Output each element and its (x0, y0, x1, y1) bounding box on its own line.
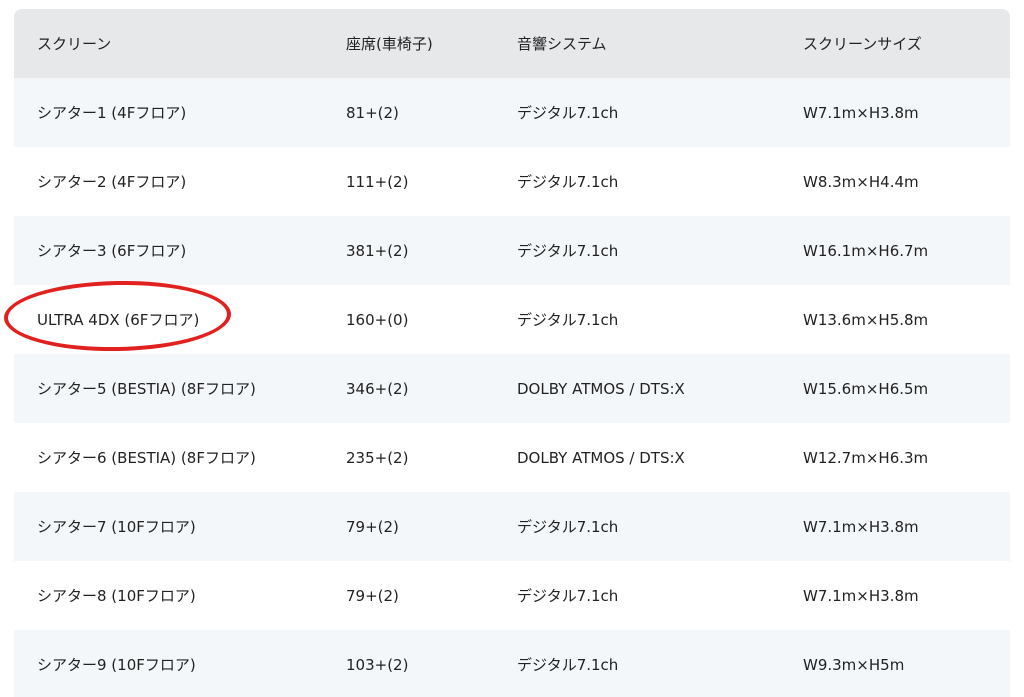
sound-system: デジタル7.1ch (517, 587, 619, 605)
screen-name: シアター1 (4Fフロア) (37, 104, 187, 122)
seat-count: 103+(2) (346, 655, 409, 674)
sound-system: デジタル7.1ch (517, 173, 619, 191)
table-row: シアター3 (6Fフロア) 381+(2) デジタル7.1ch W16.1m×H… (14, 216, 1010, 285)
screen-name: シアター2 (4Fフロア) (37, 173, 187, 191)
header-screen-size: スクリーンサイズ (803, 35, 922, 53)
screen-name: ULTRA 4DX (6Fフロア) (37, 311, 200, 329)
header-screen: スクリーン (37, 35, 112, 53)
screen-size: W7.1m×H3.8m (803, 586, 919, 605)
table-header: スクリーン 座席(車椅子) 音響システム スクリーンサイズ (14, 9, 1010, 78)
screen-size: W7.1m×H3.8m (803, 103, 919, 122)
page: スクリーン 座席(車椅子) 音響システム スクリーンサイズ シアター1 (4Fフ… (0, 0, 1024, 697)
table-row: シアター9 (10Fフロア) 103+(2) デジタル7.1ch W9.3m×H… (14, 630, 1010, 697)
screen-name: シアター9 (10Fフロア) (37, 656, 196, 674)
seat-count: 160+(0) (346, 310, 409, 329)
table-row: シアター6 (BESTIA) (8Fフロア) 235+(2) DOLBY ATM… (14, 423, 1010, 492)
screen-name: シアター7 (10Fフロア) (37, 518, 196, 536)
theater-table: スクリーン 座席(車椅子) 音響システム スクリーンサイズ シアター1 (4Fフ… (14, 9, 1010, 697)
sound-system: デジタル7.1ch (517, 518, 619, 536)
screen-name: シアター6 (BESTIA) (8Fフロア) (37, 449, 256, 467)
table-row: シアター1 (4Fフロア) 81+(2) デジタル7.1ch W7.1m×H3.… (14, 78, 1010, 147)
seat-count: 79+(2) (346, 517, 399, 536)
seat-count: 235+(2) (346, 448, 409, 467)
table-row: シアター8 (10Fフロア) 79+(2) デジタル7.1ch W7.1m×H3… (14, 561, 1010, 630)
header-seats: 座席(車椅子) (346, 35, 433, 53)
seat-count: 81+(2) (346, 103, 399, 122)
screen-size: W12.7m×H6.3m (803, 448, 929, 467)
screen-size: W15.6m×H6.5m (803, 379, 929, 398)
table-row: シアター2 (4Fフロア) 111+(2) デジタル7.1ch W8.3m×H4… (14, 147, 1010, 216)
sound-system: デジタル7.1ch (517, 311, 619, 329)
sound-system: DOLBY ATMOS / DTS:X (517, 379, 685, 398)
screen-size: W9.3m×H5m (803, 655, 905, 674)
sound-system: デジタル7.1ch (517, 242, 619, 260)
seat-count: 346+(2) (346, 379, 409, 398)
sound-system: デジタル7.1ch (517, 104, 619, 122)
screen-size: W13.6m×H5.8m (803, 310, 929, 329)
screen-name: シアター3 (6Fフロア) (37, 242, 187, 260)
screen-name: シアター5 (BESTIA) (8Fフロア) (37, 380, 256, 398)
screen-size: W8.3m×H4.4m (803, 172, 919, 191)
screen-size: W16.1m×H6.7m (803, 241, 929, 260)
table-row: ULTRA 4DX (6Fフロア) 160+(0) デジタル7.1ch W13.… (14, 285, 1010, 354)
sound-system: DOLBY ATMOS / DTS:X (517, 448, 685, 467)
header-sound: 音響システム (517, 35, 607, 53)
screen-name: シアター8 (10Fフロア) (37, 587, 196, 605)
table-row: シアター7 (10Fフロア) 79+(2) デジタル7.1ch W7.1m×H3… (14, 492, 1010, 561)
seat-count: 111+(2) (346, 172, 409, 191)
table-row: シアター5 (BESTIA) (8Fフロア) 346+(2) DOLBY ATM… (14, 354, 1010, 423)
screen-size: W7.1m×H3.8m (803, 517, 919, 536)
sound-system: デジタル7.1ch (517, 656, 619, 674)
seat-count: 79+(2) (346, 586, 399, 605)
seat-count: 381+(2) (346, 241, 409, 260)
